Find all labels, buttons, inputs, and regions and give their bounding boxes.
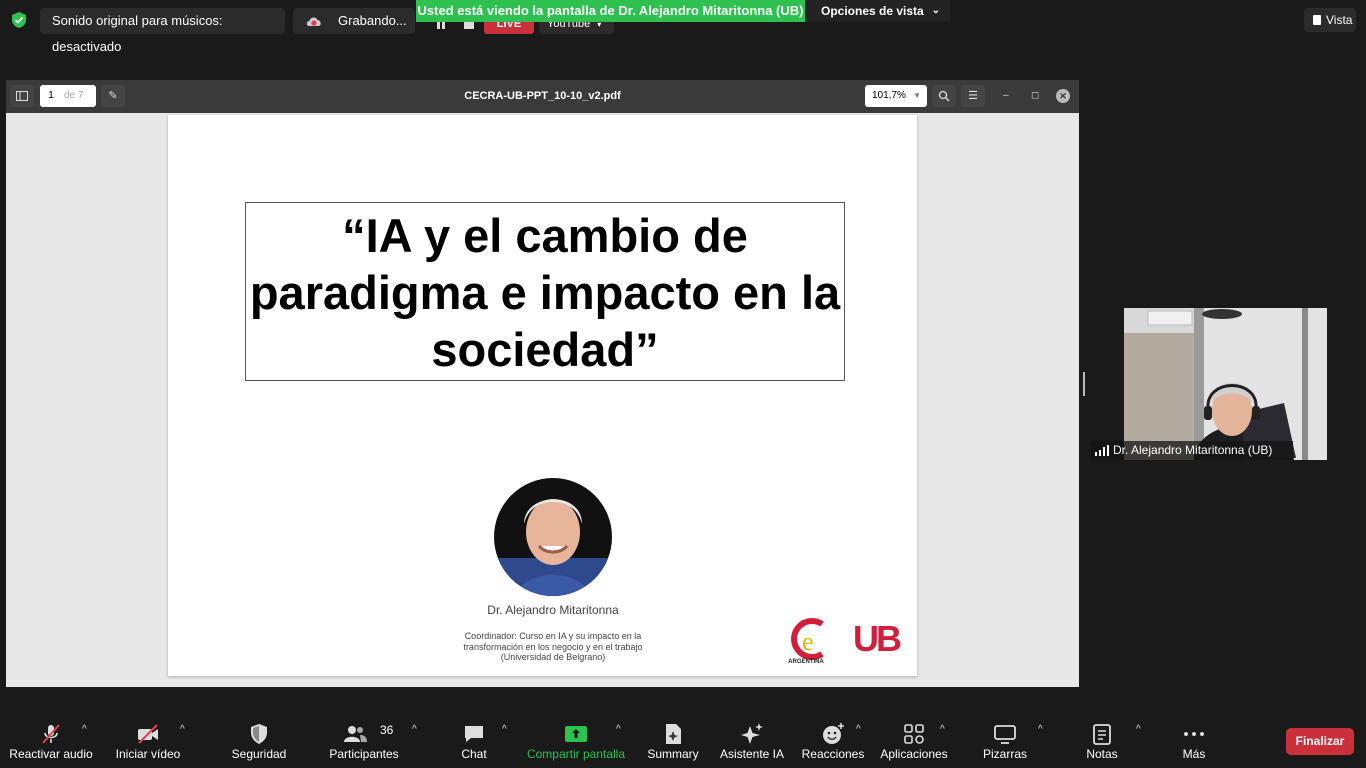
participant-name-label: Dr. Alejandro Mitaritonna (UB) <box>1091 441 1293 460</box>
view-label: Vista <box>1326 13 1353 27</box>
cecra-logo-caption: ARGENTINA <box>788 659 824 665</box>
zoom-value: 101,7% <box>872 90 906 101</box>
emoji-add-icon <box>823 723 844 744</box>
apps-icon <box>904 724 924 744</box>
speaker-name: Dr. Alejandro Mitaritonna <box>487 603 619 617</box>
shield-icon <box>251 724 267 744</box>
more-button[interactable]: Más <box>1172 720 1216 768</box>
participants-count: 36 <box>380 723 394 737</box>
panel-resize-handle[interactable] <box>1083 372 1085 396</box>
participants-options-caret-icon[interactable]: ^ <box>412 724 417 735</box>
grid-view-icon <box>1313 15 1321 25</box>
whiteboards-options-caret-icon[interactable]: ^ <box>1038 724 1043 735</box>
whiteboards-label: Pizarras <box>982 747 1027 761</box>
more-dots-icon <box>1184 732 1204 736</box>
original-sound-status[interactable]: Sonido original para músicos: desactivad… <box>40 8 285 54</box>
chat-bubble-icon <box>465 726 483 742</box>
participants-label: Participantes <box>329 747 399 761</box>
ai-assistant-button[interactable]: Asistente IA <box>716 720 788 768</box>
share-screen-button[interactable]: Compartir pantalla <box>524 720 628 768</box>
summary-label: Summary <box>647 747 699 761</box>
apps-options-caret-icon[interactable]: ^ <box>940 724 945 735</box>
cloud-record-icon <box>306 17 321 26</box>
notes-label: Notas <box>1086 747 1118 761</box>
audio-options-caret-icon[interactable]: ^ <box>82 724 87 735</box>
menu-icon[interactable]: ☰ <box>961 85 985 107</box>
presentation-slide: “IA y el cambio de paradigma e impacto e… <box>168 115 917 676</box>
screen-share-banner: Usted está viendo la pantalla de Dr. Ale… <box>416 0 805 22</box>
zoom-select[interactable]: 101,7% ▼ <box>865 85 927 107</box>
share-screen-label: Compartir pantalla <box>526 747 626 761</box>
chat-button[interactable]: Chat <box>450 720 498 768</box>
speaker-role: Coordinador: Curso en IA y su impacto en… <box>463 631 643 662</box>
recording-label: Grabando... <box>338 13 407 28</box>
share-options-caret-icon[interactable]: ^ <box>616 724 621 735</box>
reactions-options-caret-icon[interactable]: ^ <box>856 724 861 735</box>
pdf-toolbar: 1 de 7 ✎ CECRA-UB-PPT_10-10_v2.pdf 101,7… <box>6 80 1079 113</box>
shield-check-icon[interactable] <box>10 11 28 29</box>
ai-assistant-label: Asistente IA <box>719 747 785 761</box>
share-screen-icon <box>565 726 587 742</box>
apps-label: Aplicaciones <box>880 747 948 761</box>
participant-video[interactable] <box>1124 308 1327 460</box>
unmute-audio-label: Reactivar audio <box>9 747 93 761</box>
view-options-button[interactable]: Opciones de vista ⌄ <box>805 0 950 22</box>
close-icon[interactable]: ✕ <box>1056 89 1070 103</box>
camera-off-icon <box>138 724 158 744</box>
participants-button[interactable]: 36 Participantes <box>326 720 402 768</box>
chat-label: Chat <box>461 747 487 761</box>
maximize-icon[interactable]: ◻ <box>1031 90 1039 102</box>
notes-options-caret-icon[interactable]: ^ <box>1136 724 1141 735</box>
view-options-label: Opciones de vista <box>821 4 924 18</box>
end-meeting-button[interactable]: Finalizar <box>1286 728 1354 755</box>
recording-indicator[interactable]: Grabando... <box>293 8 415 34</box>
participants-icon <box>343 726 367 742</box>
search-icon[interactable] <box>932 85 956 107</box>
microphone-muted-icon <box>42 724 60 744</box>
speaker-photo <box>494 478 612 596</box>
sparkle-icon <box>741 723 763 744</box>
minimize-icon[interactable]: – <box>1003 90 1009 102</box>
notes-icon <box>1093 724 1111 745</box>
chevron-down-icon: ▼ <box>913 91 921 100</box>
summary-button[interactable]: Summary <box>642 720 704 768</box>
chat-options-caret-icon[interactable]: ^ <box>502 724 507 735</box>
whiteboards-button[interactable]: Pizarras <box>978 720 1032 768</box>
svg-text:e: e <box>802 627 814 656</box>
summary-document-icon <box>666 724 681 744</box>
start-video-button[interactable]: Iniciar vídeo <box>108 720 188 768</box>
view-button[interactable]: Vista <box>1304 8 1356 32</box>
notes-button[interactable]: Notas <box>1080 720 1124 768</box>
participant-name: Dr. Alejandro Mitaritonna (UB) <box>1113 443 1273 457</box>
start-video-label: Iniciar vídeo <box>115 747 181 761</box>
security-label: Seguridad <box>231 747 287 761</box>
more-label: Más <box>1182 747 1206 761</box>
security-button[interactable]: Seguridad <box>224 720 294 768</box>
chevron-down-icon: ⌄ <box>931 5 940 16</box>
slide-title: “IA y el cambio de paradigma e impacto e… <box>245 202 845 381</box>
reactions-label: Reacciones <box>801 747 865 761</box>
ub-logo: UB <box>853 618 902 659</box>
signal-strength-icon <box>1095 445 1109 456</box>
shared-pdf-viewer: 1 de 7 ✎ CECRA-UB-PPT_10-10_v2.pdf 101,7… <box>6 80 1079 687</box>
whiteboard-icon <box>994 725 1016 744</box>
video-options-caret-icon[interactable]: ^ <box>180 724 185 735</box>
